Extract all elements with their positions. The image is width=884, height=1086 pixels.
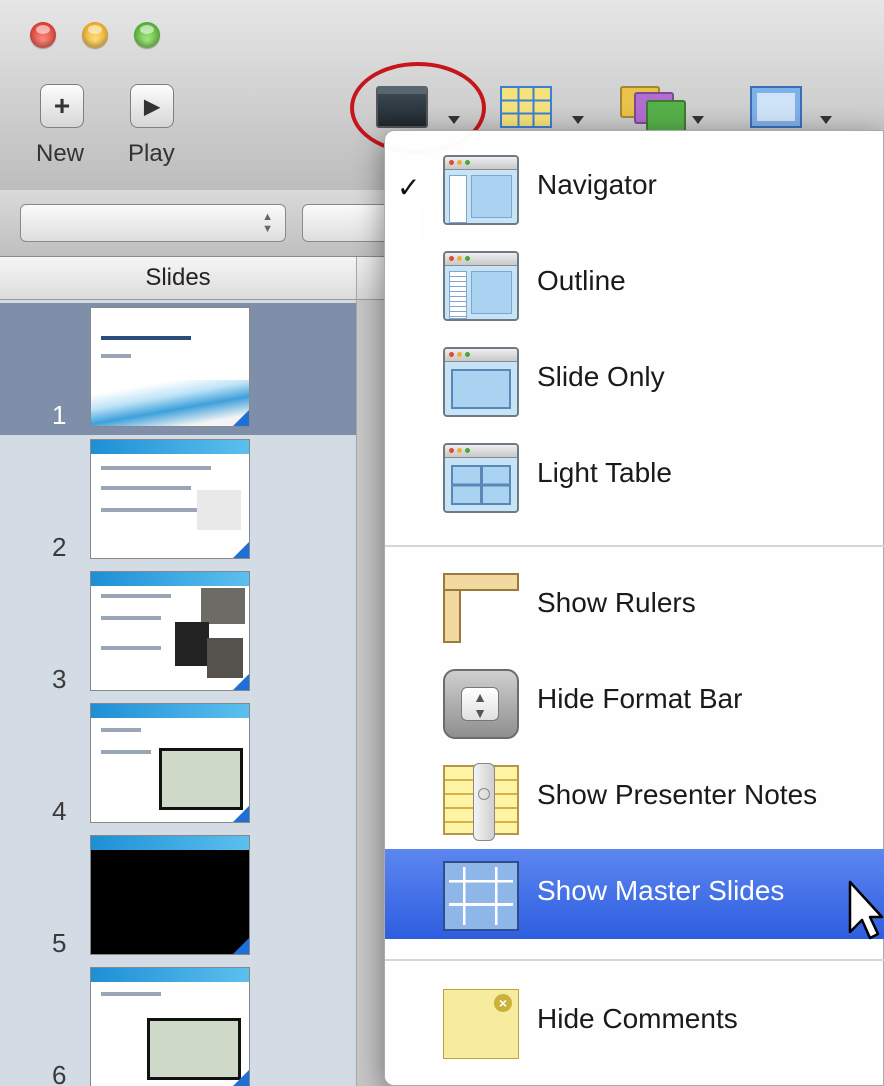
play-icon: ▶ [144, 95, 160, 118]
slides-header: Slides [0, 257, 356, 300]
slide-number: 3 [52, 664, 67, 694]
slide-row[interactable]: 3 [0, 567, 356, 699]
slide-row[interactable]: 6 [0, 963, 356, 1086]
new-button[interactable]: + [40, 84, 84, 128]
menu-item-outline[interactable]: Outline [385, 239, 884, 329]
slide-only-icon [443, 347, 519, 417]
popup-arrows-icon: ▲ ▼ [262, 211, 273, 235]
menu-item-slide-only[interactable]: Slide Only [385, 335, 884, 425]
minimize-window-button[interactable] [82, 22, 108, 48]
slide-row[interactable]: 2 [0, 435, 356, 567]
shapes-icon[interactable] [620, 86, 686, 132]
menu-item-show-presenter-notes[interactable]: Show Presenter Notes [385, 753, 884, 843]
menu-item-label: Slide Only [537, 361, 665, 392]
menu-item-light-table[interactable]: Light Table [385, 431, 884, 521]
play-button-label: Play [128, 140, 175, 167]
menu-item-label: Light Table [537, 457, 672, 488]
slide-thumbnail[interactable] [90, 307, 250, 427]
navigator-icon [443, 155, 519, 225]
style-popup[interactable]: ▲ ▼ [20, 204, 286, 242]
menu-item-show-master-slides[interactable]: Show Master Slides [385, 849, 884, 939]
menu-item-label: Show Master Slides [537, 875, 785, 906]
table-caret-icon[interactable] [572, 116, 584, 124]
menu-item-label: Show Rulers [537, 587, 696, 618]
slide-row[interactable]: 5 [0, 831, 356, 963]
checkmark-icon: ✓ [397, 172, 421, 203]
menu-item-hide-format-bar[interactable]: ▲ ▼ Hide Format Bar [385, 657, 884, 747]
close-window-button[interactable] [30, 22, 56, 48]
master-slides-icon [443, 861, 519, 931]
slide-number: 4 [52, 796, 67, 826]
slide-row[interactable]: 4 [0, 699, 356, 831]
menu-item-label: Navigator [537, 169, 657, 200]
slide-number: 1 [52, 400, 67, 430]
menu-item-label: Show Presenter Notes [537, 779, 818, 810]
menu-item-label: Outline [537, 265, 626, 296]
slide-thumbnail[interactable] [90, 571, 250, 691]
menu-item-show-rulers[interactable]: Show Rulers [385, 561, 884, 651]
ruler-icon [443, 573, 519, 643]
menu-item-hide-comments[interactable]: × Hide Comments [385, 977, 884, 1067]
outline-icon [443, 251, 519, 321]
menu-separator [385, 959, 884, 961]
menu-item-label: Hide Comments [537, 1003, 738, 1034]
play-button[interactable]: ▶ [130, 84, 174, 128]
slide-thumbnail[interactable] [90, 439, 250, 559]
table-icon[interactable] [500, 86, 552, 128]
menu-item-navigator[interactable]: ✓ Navigator [385, 143, 884, 233]
menu-item-label: Hide Format Bar [537, 683, 743, 714]
slide-thumbnail[interactable] [90, 835, 250, 955]
format-bar-icon: ▲ ▼ [443, 669, 519, 739]
slide-row[interactable]: 1 [0, 303, 356, 435]
slide-thumbnail[interactable] [90, 967, 250, 1086]
new-button-label: New [36, 140, 85, 167]
slide-thumbnail[interactable] [90, 703, 250, 823]
media-caret-icon[interactable] [820, 116, 832, 124]
shapes-caret-icon[interactable] [692, 116, 704, 124]
view-menu: ✓ Navigator Outline Slide Only Light Tab… [384, 130, 884, 1086]
slide-number: 6 [52, 1060, 67, 1086]
media-icon[interactable] [750, 86, 802, 128]
slide-navigator: Slides 1 2 3 4 5 6 [0, 257, 357, 1086]
slide-number: 2 [52, 532, 67, 562]
comment-icon: × [443, 989, 519, 1059]
keynote-window: + New ▶ Play ▲ ▼ Slides 1 2 3 4 5 6 ✓ Na… [0, 0, 884, 1086]
light-table-icon [443, 443, 519, 513]
menu-separator [385, 545, 884, 547]
plus-icon: + [53, 90, 71, 121]
presenter-notes-icon [443, 763, 519, 841]
zoom-window-button[interactable] [134, 22, 160, 48]
slide-number: 5 [52, 928, 67, 958]
